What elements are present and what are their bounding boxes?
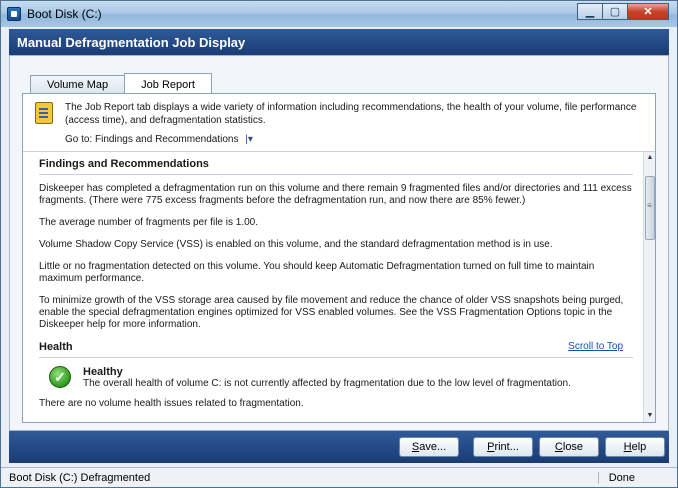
close-button[interactable]: Close xyxy=(539,437,599,457)
health-issues-text: There are no volume health issues relate… xyxy=(39,398,304,409)
report-paragraph: Volume Shadow Copy Service (VSS) is enab… xyxy=(39,239,553,250)
status-bar: Boot Disk (C:) Defragmented Done xyxy=(1,467,677,487)
close-mnemonic: C xyxy=(554,441,563,453)
minimize-button[interactable]: ▁ xyxy=(577,3,603,20)
info-text: The Job Report tab displays a wide varie… xyxy=(65,102,637,126)
health-status-row: ✓ Healthy The overall health of volume C… xyxy=(39,366,633,390)
tab-job-report[interactable]: Job Report xyxy=(124,73,212,95)
report-paragraph: Little or no fragmentation detected on t… xyxy=(39,261,595,284)
window-title: Boot Disk (C:) xyxy=(27,7,102,21)
help-button[interactable]: Help xyxy=(605,437,665,457)
print-label: rint... xyxy=(494,441,519,453)
findings-heading: Findings and Recommendations xyxy=(39,158,633,175)
info-box: The Job Report tab displays a wide varie… xyxy=(23,94,655,152)
goto-value[interactable]: Findings and Recommendations xyxy=(95,134,238,145)
tab-volume-map[interactable]: Volume Map xyxy=(30,75,126,94)
help-label: elp xyxy=(631,441,647,453)
scroll-up-icon[interactable]: ▲ xyxy=(644,152,656,164)
minimize-icon: ▁ xyxy=(585,6,595,18)
goto-label: Go to: xyxy=(65,134,93,145)
chevron-down-icon[interactable]: |▾ xyxy=(245,134,253,145)
report-paragraph: To minimize growth of the VSS storage ar… xyxy=(39,295,624,330)
close-icon: ✕ xyxy=(643,6,653,18)
maximize-button[interactable]: ▢ xyxy=(602,3,628,20)
title-bar[interactable]: Boot Disk (C:) ▁ ▢ ✕ xyxy=(1,1,677,27)
report-paragraph: The average number of fragments per file… xyxy=(39,217,259,228)
tab-strip: Volume Map Job Report xyxy=(30,72,212,95)
scroll-thumb[interactable] xyxy=(645,176,655,240)
health-heading-row: Health Scroll to Top xyxy=(39,341,633,358)
scroll-down-icon[interactable]: ▼ xyxy=(644,410,656,422)
health-status: Healthy xyxy=(83,366,123,378)
save-button[interactable]: Save... xyxy=(399,437,459,457)
scroll-to-top-link[interactable]: Scroll to Top xyxy=(568,341,623,353)
button-bar: Save... Print... Close Help xyxy=(9,431,669,463)
app-window: Boot Disk (C:) ▁ ▢ ✕ Manual Defragmentat… xyxy=(0,0,678,488)
maximize-icon: ▢ xyxy=(609,6,621,18)
print-button[interactable]: Print... xyxy=(473,437,533,457)
report-paragraph: Diskeeper has completed a defragmentatio… xyxy=(39,183,632,206)
checkmark-icon: ✓ xyxy=(49,366,71,388)
save-label: ave... xyxy=(419,441,447,453)
health-heading: Health xyxy=(39,341,73,353)
page-title: Manual Defragmentation Job Display xyxy=(9,29,669,55)
close-window-button[interactable]: ✕ xyxy=(627,3,669,20)
window-controls: ▁ ▢ ✕ xyxy=(577,3,669,20)
health-detail: The overall health of volume C: is not c… xyxy=(83,378,571,389)
status-text: Boot Disk (C:) Defragmented xyxy=(9,472,151,484)
vertical-scrollbar[interactable]: ▲ ▼ xyxy=(643,152,655,422)
status-done: Done xyxy=(597,472,635,484)
content-frame: Volume Map Job Report The Job Report tab… xyxy=(9,55,669,431)
notebook-icon xyxy=(35,102,53,124)
job-report-panel: The Job Report tab displays a wide varie… xyxy=(22,93,656,423)
close-label: lose xyxy=(562,441,584,453)
help-mnemonic: H xyxy=(623,441,632,453)
goto-selector[interactable]: Go to: Findings and Recommendations |▾ xyxy=(65,134,253,145)
app-icon xyxy=(7,7,21,21)
report-content: Findings and Recommendations Diskeeper h… xyxy=(23,152,643,422)
